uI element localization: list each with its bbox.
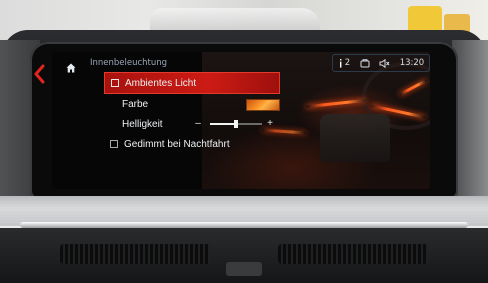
info-icon[interactable]: 2 [338,58,350,68]
slider-minus[interactable]: – [194,118,202,129]
slider-handle[interactable] [234,120,238,128]
slider-plus[interactable]: + [266,118,274,129]
center-console-shape [320,114,390,162]
menu-item-label: Farbe [122,98,149,110]
menu-item-label: Helligkeit [122,118,163,130]
page-title: Innenbeleuchtung [90,58,168,68]
home-icon[interactable] [66,58,76,73]
menu-item-brightness[interactable]: Helligkeit – + [104,114,280,134]
status-bar: 2 13:20 [332,54,430,72]
menu-item-color[interactable]: Farbe [104,94,280,114]
speaker-muted-icon[interactable] [379,58,390,68]
back-arrow-icon[interactable] [32,64,46,84]
phone-icon[interactable] [360,58,370,68]
menu-item-label: Gedimmt bei Nachtfahrt [124,138,230,150]
photo-scene: Innenbeleuchtung 2 13:20 Ambientes Licht… [0,0,488,283]
checkbox-icon[interactable] [111,79,119,87]
notification-count: 2 [344,58,351,68]
clock: 13:20 [399,58,425,68]
settings-menu: Ambientes Licht Farbe Helligkeit – + Ged… [104,72,280,154]
vent-control [226,262,262,276]
slider-fill [210,123,236,125]
color-swatch[interactable] [246,99,280,111]
checkbox-icon[interactable] [110,140,118,148]
air-vent [278,244,428,264]
menu-item-dimmed-night-driving[interactable]: Gedimmt bei Nachtfahrt [104,134,280,154]
screen-header: Innenbeleuchtung 2 13:20 [52,52,430,74]
menu-item-ambient-light[interactable]: Ambientes Licht [104,72,280,94]
brightness-slider[interactable]: – + [194,118,274,130]
menu-item-label: Ambientes Licht [125,77,197,89]
slider-track[interactable] [210,120,262,128]
ambient-light-strip [306,98,366,109]
infotainment-screen: Innenbeleuchtung 2 13:20 Ambientes Licht… [52,52,430,189]
air-vent [60,244,210,264]
